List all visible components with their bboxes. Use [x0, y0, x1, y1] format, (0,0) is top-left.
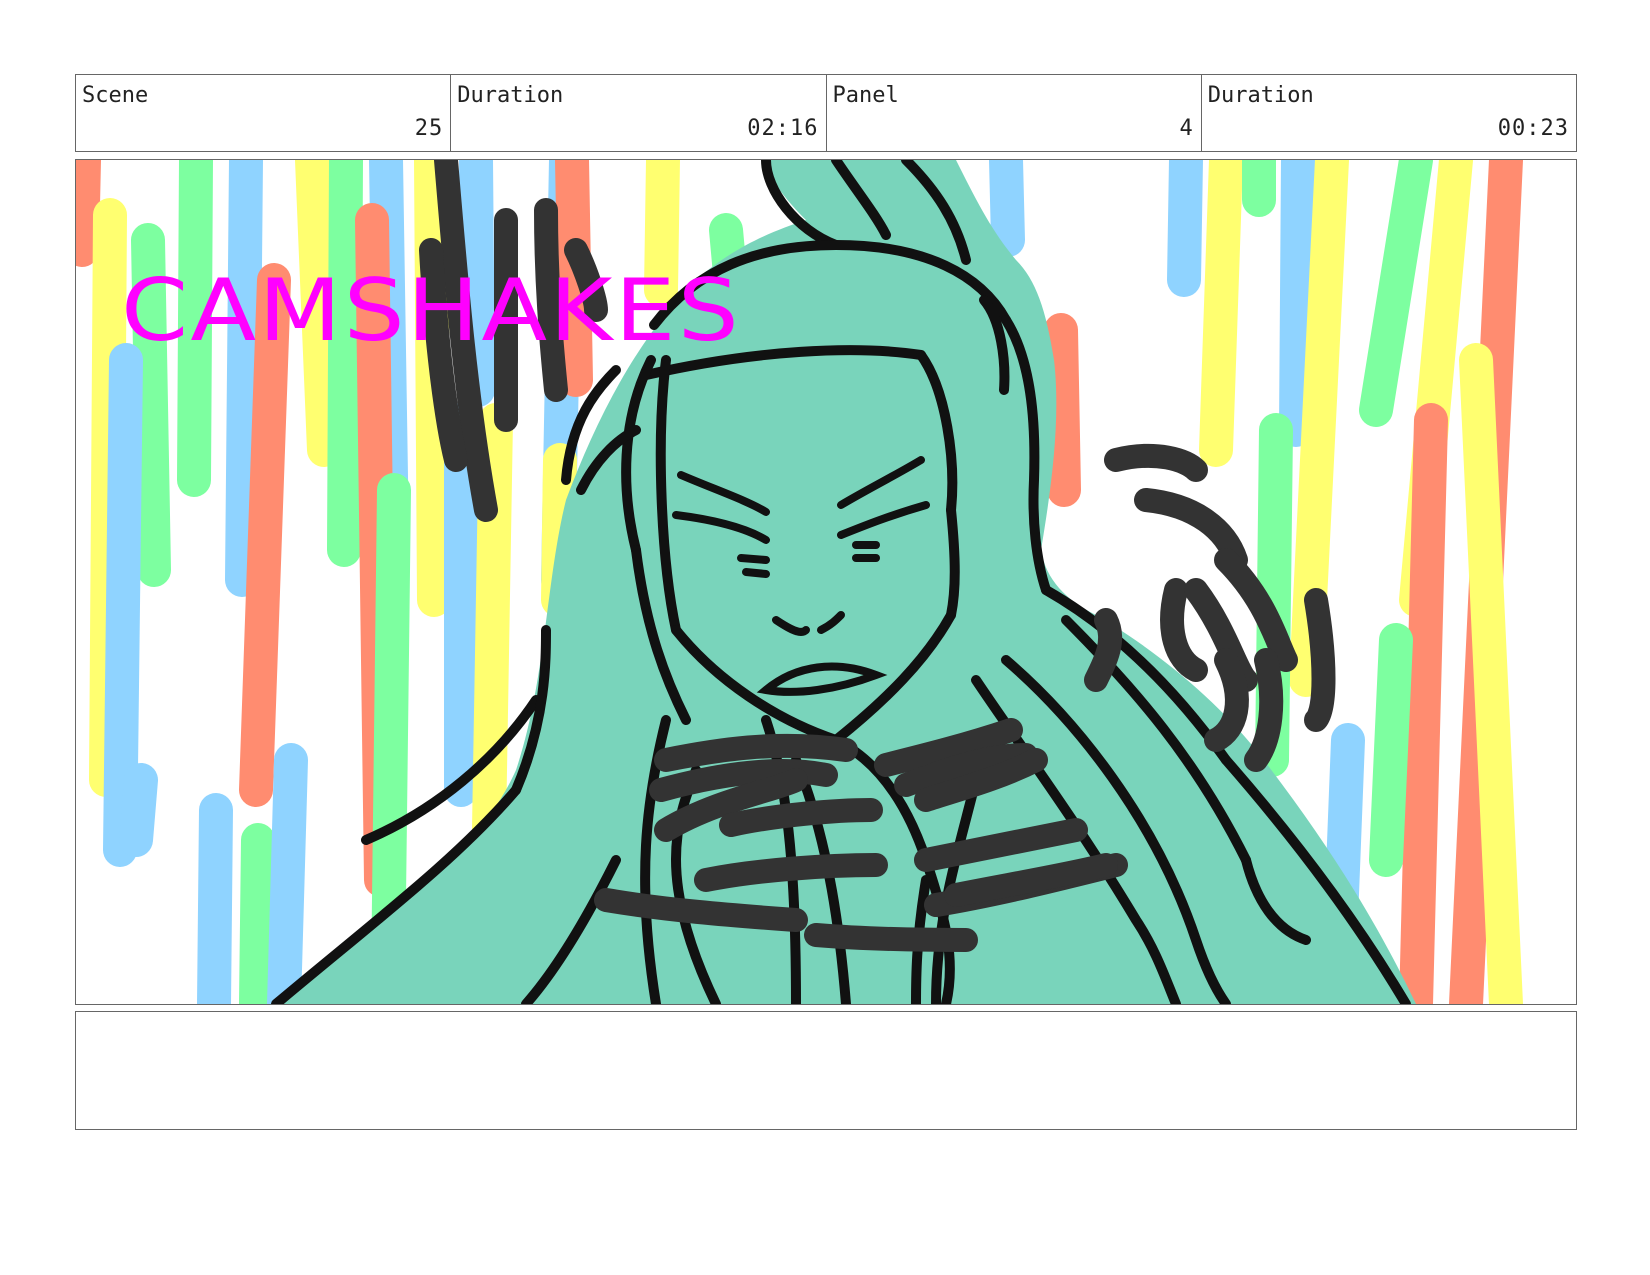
- panel-label: Panel: [832, 83, 899, 108]
- panel-cell: Panel 4: [827, 75, 1202, 151]
- scene-label: Scene: [82, 83, 149, 108]
- scene-duration-cell: Duration 02:16: [451, 75, 827, 151]
- panel-duration-cell: Duration 00:23: [1202, 75, 1576, 151]
- scene-duration-value[interactable]: 02:16: [747, 116, 818, 141]
- panel-duration-label: Duration: [1207, 83, 1314, 108]
- scene-cell: Scene 25: [76, 75, 452, 151]
- storyboard-panel[interactable]: CAMSHAKES: [75, 159, 1577, 1005]
- panel-number[interactable]: 4: [1180, 116, 1194, 141]
- panel-drawing: CAMSHAKES: [76, 160, 1523, 1004]
- scene-number[interactable]: 25: [415, 116, 444, 141]
- panel-duration-value[interactable]: 00:23: [1498, 116, 1569, 141]
- panel-notes[interactable]: [75, 1011, 1577, 1130]
- panel-annotation: CAMSHAKES: [121, 261, 741, 361]
- panel-header: Scene 25 Duration 02:16 Panel 4 Duration…: [75, 74, 1577, 152]
- scene-duration-label: Duration: [457, 83, 564, 108]
